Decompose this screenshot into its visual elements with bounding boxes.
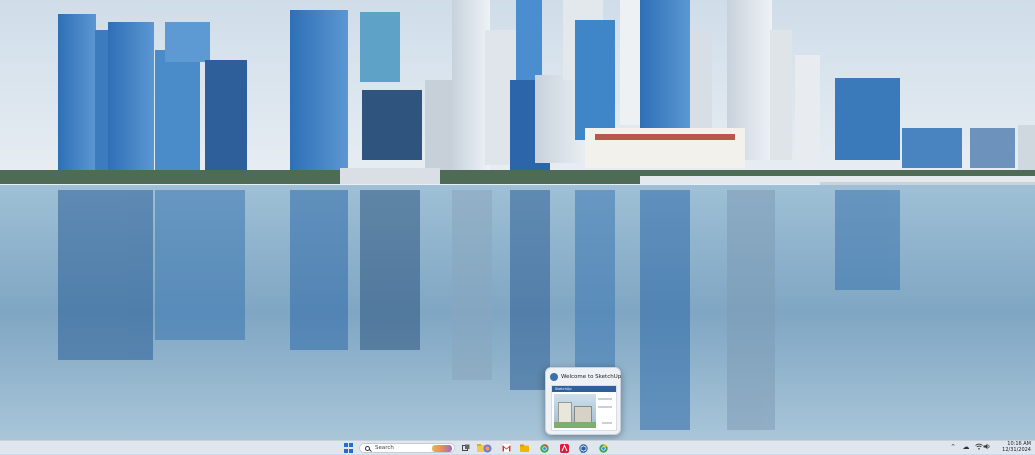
thumbnail-building-render — [554, 394, 596, 428]
wifi-icon[interactable] — [975, 443, 983, 451]
show-hidden-icons-chevron-icon[interactable]: ⌃ — [949, 443, 957, 451]
thumbnail-line — [602, 422, 612, 424]
thumbnail-title-bar: SketchUp — [552, 386, 616, 392]
acrobat-button[interactable] — [559, 443, 569, 453]
window-thumbnail-preview[interactable]: Welcome to SketchUp SketchUp — [545, 367, 621, 435]
chrome-profile-button[interactable] — [598, 443, 608, 453]
search-highlight-icon — [432, 445, 452, 452]
taskbar: Search ⌃ ☁ 10:16 AM 12/31/2024 — [0, 440, 1035, 454]
gmail-icon — [501, 444, 511, 452]
thumbnail-header-label: SketchUp — [555, 387, 572, 391]
task-view-button[interactable] — [461, 443, 471, 453]
windows-logo-icon — [344, 443, 353, 454]
sketchup-icon — [550, 373, 558, 381]
taskbar-clock[interactable]: 10:16 AM 12/31/2024 — [991, 441, 1031, 453]
copilot-icon — [483, 444, 491, 452]
preview-window-title: Welcome to SketchUp — [561, 374, 622, 380]
onedrive-icon[interactable]: ☁ — [962, 443, 970, 451]
preview-thumbnail-image[interactable]: SketchUp — [551, 385, 617, 431]
copilot-button[interactable] — [482, 443, 492, 453]
search-icon — [365, 445, 370, 451]
search-placeholder: Search — [375, 445, 394, 451]
skyline-wallpaper-image — [0, 0, 1035, 440]
chrome-button[interactable] — [539, 443, 549, 453]
folder-icon — [519, 444, 529, 452]
thumbnail-line — [598, 398, 612, 400]
gmail-button[interactable] — [501, 443, 511, 453]
start-button[interactable] — [343, 443, 353, 453]
chrome-alt-icon — [598, 443, 608, 453]
clock-date: 12/31/2024 — [1002, 447, 1031, 453]
desktop-wallpaper — [0, 0, 1035, 440]
sketchup-taskbar-button[interactable] — [578, 443, 588, 453]
taskbar-search-box[interactable]: Search — [359, 443, 455, 453]
volume-icon[interactable] — [983, 443, 991, 451]
acrobat-icon — [559, 443, 569, 453]
thumbnail-line — [598, 406, 612, 408]
task-view-icon — [462, 444, 470, 451]
chrome-icon — [539, 443, 549, 453]
folder-button[interactable] — [519, 443, 529, 453]
wifi-signal-icon — [975, 443, 983, 450]
speaker-icon — [983, 443, 990, 450]
running-indicator — [581, 451, 585, 453]
preview-header: Welcome to SketchUp — [550, 371, 621, 383]
